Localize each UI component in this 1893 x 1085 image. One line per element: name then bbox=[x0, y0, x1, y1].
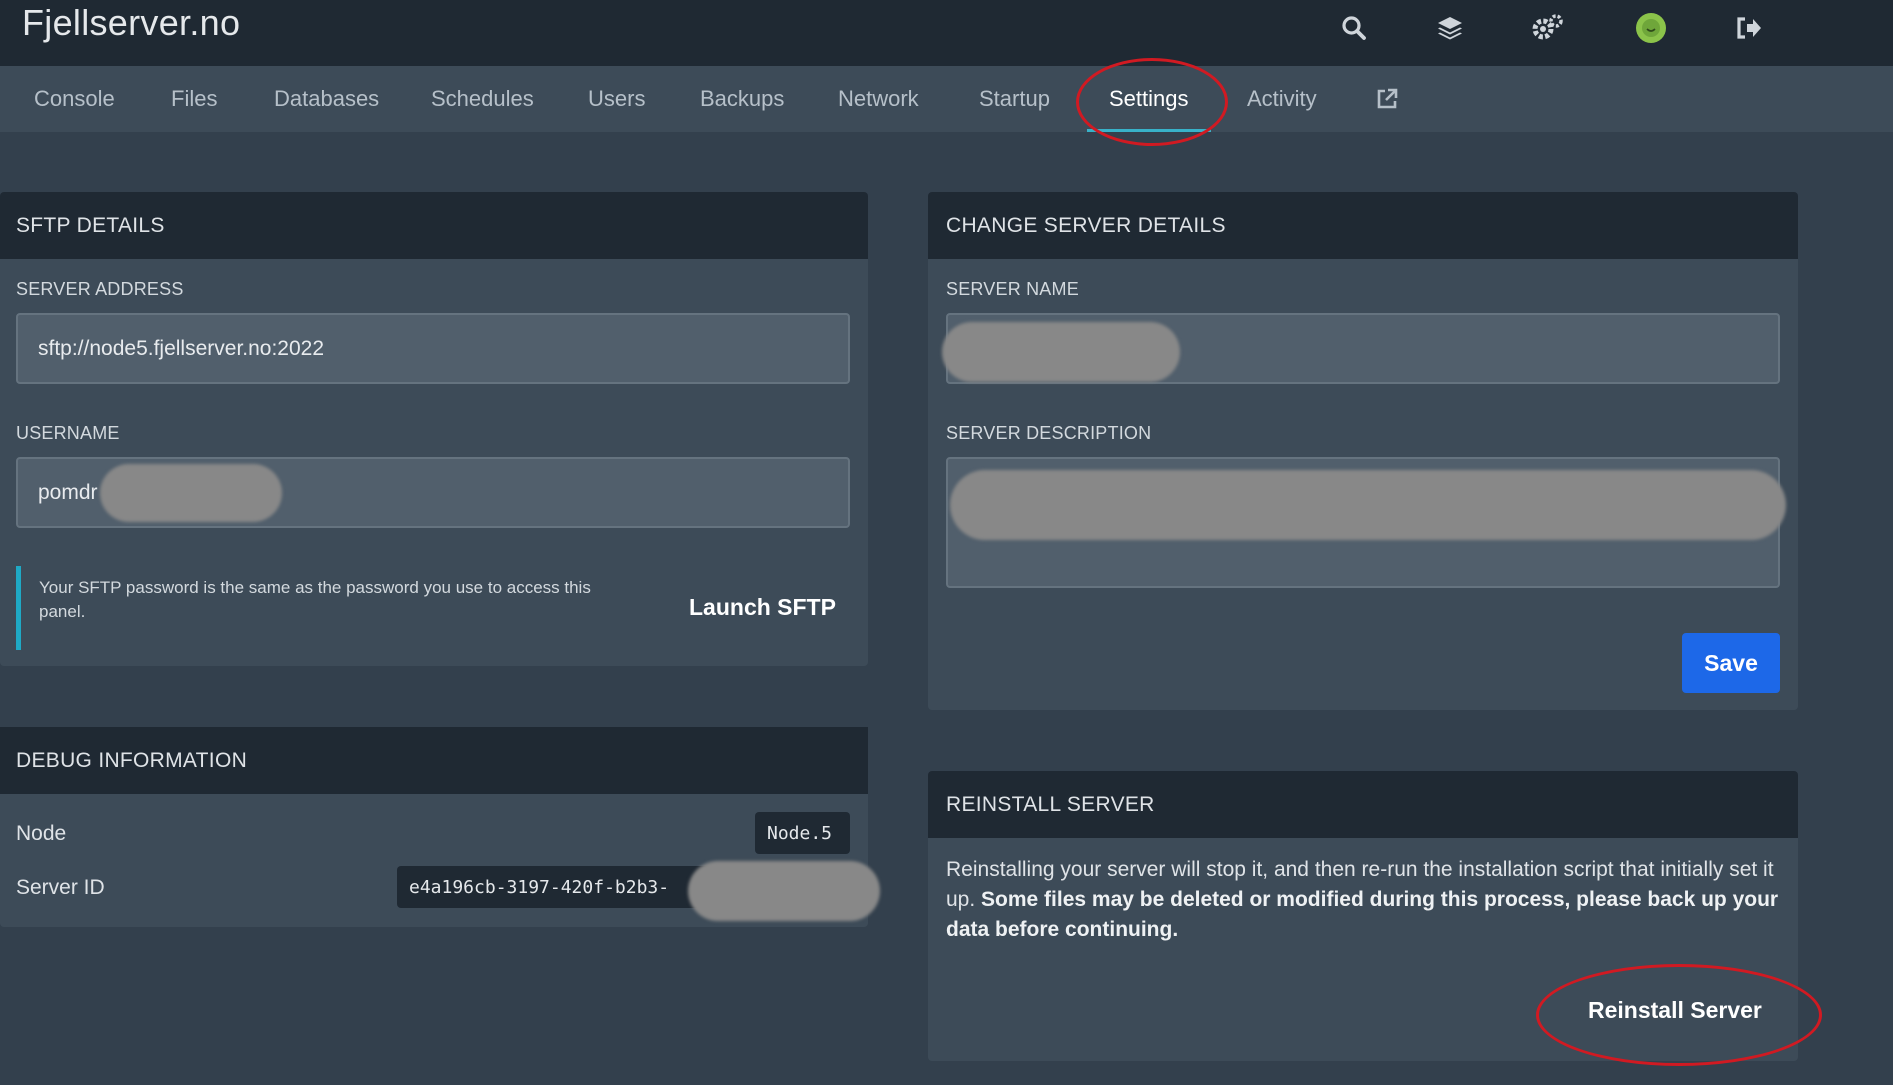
settings-icon[interactable] bbox=[1528, 8, 1568, 48]
debug-information-title: DEBUG INFORMATION bbox=[0, 727, 868, 794]
tab-backups[interactable]: Backups bbox=[700, 66, 784, 132]
server-address-field[interactable]: sftp://node5.fjellserver.no:2022 bbox=[16, 313, 850, 384]
layers-icon[interactable] bbox=[1430, 8, 1470, 48]
tab-schedules[interactable]: Schedules bbox=[431, 66, 534, 132]
avatar[interactable] bbox=[1631, 8, 1671, 48]
server-description-label: SERVER DESCRIPTION bbox=[946, 423, 1152, 443]
tab-startup[interactable]: Startup bbox=[979, 66, 1050, 132]
server-address-label: SERVER ADDRESS bbox=[16, 279, 184, 299]
tab-settings[interactable]: Settings bbox=[1087, 66, 1211, 132]
server-id-label: Server ID bbox=[16, 876, 105, 899]
reinstall-warning-bold: Some files may be deleted or modified du… bbox=[946, 888, 1779, 941]
sftp-password-note: Your SFTP password is the same as the pa… bbox=[16, 566, 626, 650]
redaction-blur bbox=[950, 470, 1786, 540]
redaction-blur bbox=[942, 322, 1180, 382]
node-label: Node bbox=[16, 822, 67, 845]
reinstall-server-title: REINSTALL SERVER bbox=[928, 771, 1798, 838]
reinstall-server-button[interactable]: Reinstall Server bbox=[1588, 997, 1762, 1024]
tab-files[interactable]: Files bbox=[171, 66, 217, 132]
tab-users[interactable]: Users bbox=[588, 66, 645, 132]
redaction-blur bbox=[100, 464, 282, 522]
logout-icon[interactable] bbox=[1729, 8, 1769, 48]
top-navbar: Fjellserver.no bbox=[0, 0, 1893, 66]
username-value: pomdr bbox=[38, 480, 98, 504]
reinstall-description: Reinstalling your server will stop it, a… bbox=[946, 855, 1782, 945]
tab-databases[interactable]: Databases bbox=[274, 66, 379, 132]
redaction-blur bbox=[688, 861, 880, 921]
launch-sftp-button[interactable]: Launch SFTP bbox=[689, 594, 836, 621]
tab-network[interactable]: Network bbox=[838, 66, 919, 132]
save-button[interactable]: Save bbox=[1682, 633, 1780, 693]
debug-information-card: DEBUG INFORMATION Node Node.5 Server ID … bbox=[0, 727, 880, 927]
node-value: Node.5 bbox=[755, 812, 850, 854]
reinstall-server-card: REINSTALL SERVER Reinstalling your serve… bbox=[928, 771, 1798, 1061]
change-server-details-card: CHANGE SERVER DETAILS SERVER NAME SERVER… bbox=[928, 192, 1798, 710]
server-subnav: Console Files Databases Schedules Users … bbox=[0, 66, 1893, 132]
external-link-icon[interactable] bbox=[1375, 66, 1399, 132]
server-name-label: SERVER NAME bbox=[946, 279, 1079, 299]
username-label: USERNAME bbox=[16, 423, 120, 443]
tab-activity[interactable]: Activity bbox=[1247, 66, 1317, 132]
search-icon[interactable] bbox=[1334, 8, 1374, 48]
sftp-details-title: SFTP DETAILS bbox=[0, 192, 868, 259]
change-server-details-title: CHANGE SERVER DETAILS bbox=[928, 192, 1798, 259]
tab-console[interactable]: Console bbox=[34, 66, 115, 132]
sftp-details-card: SFTP DETAILS SERVER ADDRESS sftp://node5… bbox=[0, 192, 868, 666]
